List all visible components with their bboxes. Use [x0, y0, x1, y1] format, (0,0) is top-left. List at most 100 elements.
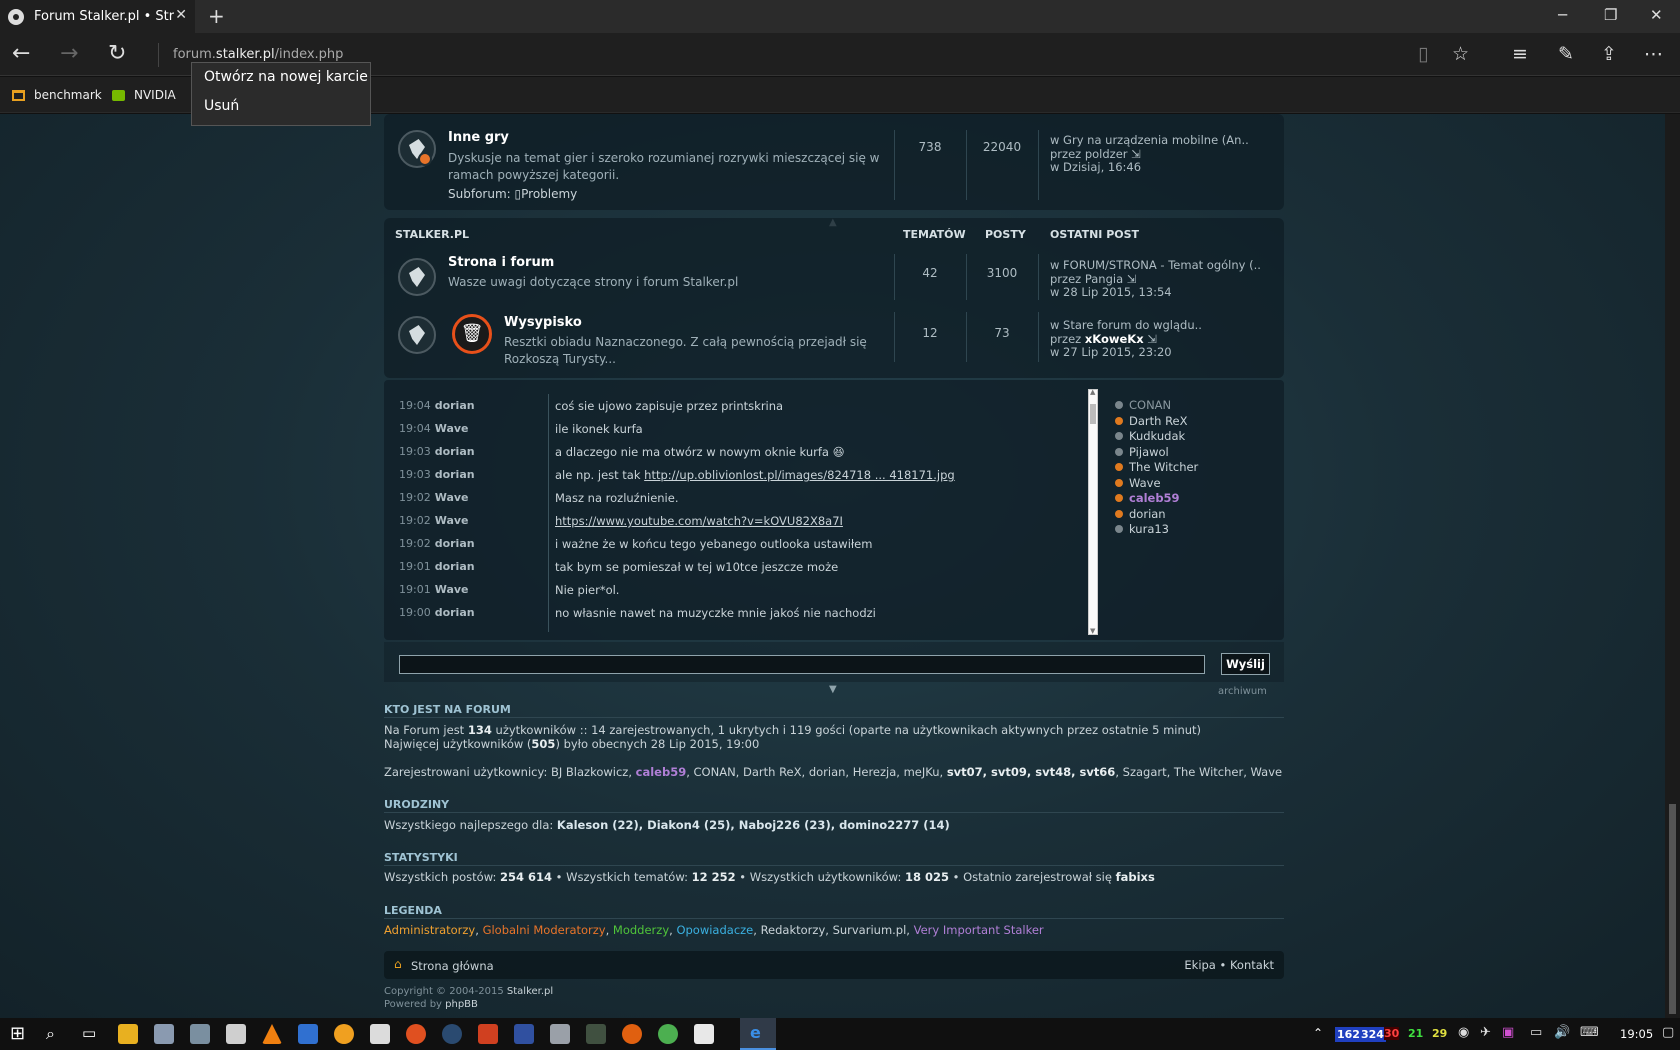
chat-user[interactable]: Wave [435, 583, 469, 596]
chat-user[interactable]: dorian [435, 468, 475, 481]
online-user[interactable]: Kudkudak [1115, 429, 1185, 443]
vlc-icon[interactable] [262, 1024, 282, 1044]
online-user[interactable]: Pijawol [1115, 445, 1169, 459]
clock[interactable]: 19:05 [1620, 1027, 1653, 1041]
send-button[interactable]: Wyślij [1221, 653, 1270, 675]
shoutbox-scrollbar[interactable]: ▲ ▼ [1088, 388, 1098, 635]
online-user[interactable]: CONAN [1115, 398, 1171, 412]
web-note-icon[interactable]: ✎ [1558, 43, 1574, 65]
last-post-user-link[interactable]: xKoweKx [1085, 332, 1144, 346]
chat-link[interactable]: http://up.oblivionlost.pl/images/824718 … [644, 468, 955, 482]
app-grey-icon[interactable] [550, 1024, 570, 1044]
online-user[interactable]: The Witcher [1115, 460, 1198, 474]
archive-link[interactable]: archiwum [1218, 686, 1267, 697]
notifications-icon[interactable]: ▢ [1662, 1025, 1674, 1040]
file-explorer-icon[interactable] [118, 1024, 138, 1044]
expand-down-icon[interactable]: ▼ [829, 684, 837, 695]
reading-view-icon[interactable]: ▯ [1418, 43, 1428, 65]
chat-user[interactable]: Wave [435, 422, 469, 435]
home-link[interactable]: Strona główna [411, 959, 494, 973]
menu-item-delete[interactable]: Usuń [192, 98, 370, 127]
search-icon[interactable]: ⌕ [46, 1024, 55, 1044]
task-view-icon[interactable]: ▭ [82, 1024, 96, 1042]
chat-user[interactable]: dorian [435, 445, 475, 458]
app-icon[interactable] [154, 1024, 174, 1044]
app-tray-icon[interactable]: ▣ [1502, 1025, 1514, 1040]
windows-start-icon[interactable]: ⊞ [10, 1023, 25, 1044]
last-post-user-link[interactable]: poldzer [1085, 147, 1128, 161]
firefox-icon[interactable] [622, 1024, 642, 1044]
page-scrollbar[interactable] [1665, 114, 1680, 1018]
contact-link[interactable]: Kontakt [1230, 958, 1274, 972]
forum-title-strona[interactable]: Strona i forum [448, 255, 554, 270]
tray-counter[interactable]: 29 [1432, 1027, 1447, 1040]
phpbb-link[interactable]: phpBB [445, 999, 478, 1010]
keyboard-tray-icon[interactable]: ⌨ [1580, 1025, 1599, 1040]
chrome-icon[interactable] [658, 1024, 678, 1044]
close-window-button[interactable]: ✕ [1650, 6, 1663, 24]
close-tab-icon[interactable]: ✕ [175, 7, 187, 23]
online-user[interactable]: dorian [1115, 507, 1166, 521]
legend-group[interactable]: Opowiadacze [676, 923, 753, 937]
app-red-icon[interactable] [478, 1024, 498, 1044]
category-title[interactable]: STALKER.PL [395, 228, 469, 241]
online-user[interactable]: Wave [1115, 476, 1161, 490]
user-link-caleb59[interactable]: caleb59 [636, 765, 687, 779]
share-icon[interactable]: ⇪ [1601, 43, 1617, 65]
legend-group[interactable]: Very Important Stalker [914, 923, 1044, 937]
online-user[interactable]: caleb59 [1115, 491, 1180, 505]
tray-counter[interactable]: 162 [1335, 1027, 1362, 1042]
chat-user[interactable]: dorian [435, 560, 475, 573]
chat-user[interactable]: Wave [435, 491, 469, 504]
chat-user[interactable]: dorian [435, 537, 475, 550]
forward-button[interactable]: → [60, 41, 78, 66]
online-user[interactable]: Darth ReX [1115, 414, 1188, 428]
last-post-user-link[interactable]: Pangia [1085, 272, 1123, 286]
app-orange-icon[interactable] [334, 1024, 354, 1044]
team-link[interactable]: Ekipa [1184, 958, 1215, 972]
goto-post-icon[interactable]: ⇲ [1147, 332, 1157, 346]
shoutbox-input[interactable] [399, 655, 1205, 674]
keyboard-icon[interactable] [190, 1024, 210, 1044]
last-post-topic-link[interactable]: w Gry na urządzenia mobilne (An.. [1050, 133, 1249, 147]
last-post-topic-link[interactable]: w Stare forum do wglądu.. [1050, 318, 1202, 332]
newest-user-link[interactable]: fabixs [1116, 870, 1155, 884]
restore-button[interactable]: ❐ [1604, 6, 1617, 24]
chat-user[interactable]: dorian [435, 606, 475, 619]
origin-icon[interactable] [406, 1024, 426, 1044]
legend-group[interactable]: Globalni Moderatorzy [483, 923, 606, 937]
hub-icon[interactable]: ≡ [1512, 43, 1528, 65]
tray-counter[interactable]: 324 [1359, 1027, 1386, 1042]
new-tab-button[interactable]: + [208, 4, 225, 28]
last-post-topic-link[interactable]: w FORUM/STRONA - Temat ogólny (.. [1050, 258, 1261, 272]
minimize-button[interactable]: ─ [1558, 6, 1567, 24]
tray-counter[interactable]: 30 [1384, 1027, 1400, 1040]
legend-group[interactable]: Redaktorzy [761, 923, 826, 937]
save-icon[interactable] [514, 1024, 534, 1044]
online-user[interactable]: kura13 [1115, 522, 1169, 536]
steam-tray-icon[interactable]: ◉ [1458, 1025, 1469, 1040]
edge-taskbar-button[interactable]: e [740, 1018, 776, 1050]
malwarebytes-icon[interactable] [298, 1024, 318, 1044]
cos-icon[interactable] [586, 1024, 606, 1044]
plane-tray-icon[interactable]: ✈ [1480, 1025, 1491, 1040]
browser-tab[interactable]: Forum Stalker.pl • Strona ✕ [0, 0, 195, 33]
steam-icon[interactable] [442, 1024, 462, 1044]
chat-user[interactable]: dorian [435, 399, 475, 412]
forum-title-inne-gry[interactable]: Inne gry [448, 130, 509, 145]
tray-counter[interactable]: 21 [1408, 1027, 1423, 1040]
legend-group[interactable]: Survarium.pl [833, 923, 907, 937]
back-button[interactable]: ← [12, 41, 30, 66]
menu-item-open-new-tab[interactable]: Otwórz na nowej karcie [192, 69, 370, 98]
subforum-link-problemy[interactable]: Problemy [521, 187, 577, 201]
favorite-star-icon[interactable]: ☆ [1452, 43, 1469, 65]
forum-title-wysypisko[interactable]: Wysypisko [504, 315, 582, 330]
legend-group[interactable]: Administratorzy [384, 923, 475, 937]
tray-expand-icon[interactable]: ⌃ [1313, 1026, 1323, 1040]
chat-link[interactable]: https://www.youtube.com/watch?v=kOVU82X8… [555, 514, 843, 528]
more-icon[interactable]: ⋯ [1644, 43, 1663, 65]
plane-icon[interactable] [370, 1024, 390, 1044]
scroll-up-icon[interactable]: ▲ [1090, 388, 1095, 396]
network-icon[interactable]: ▭ [1530, 1025, 1542, 1040]
volume-icon[interactable]: 🔊 [1554, 1025, 1570, 1040]
